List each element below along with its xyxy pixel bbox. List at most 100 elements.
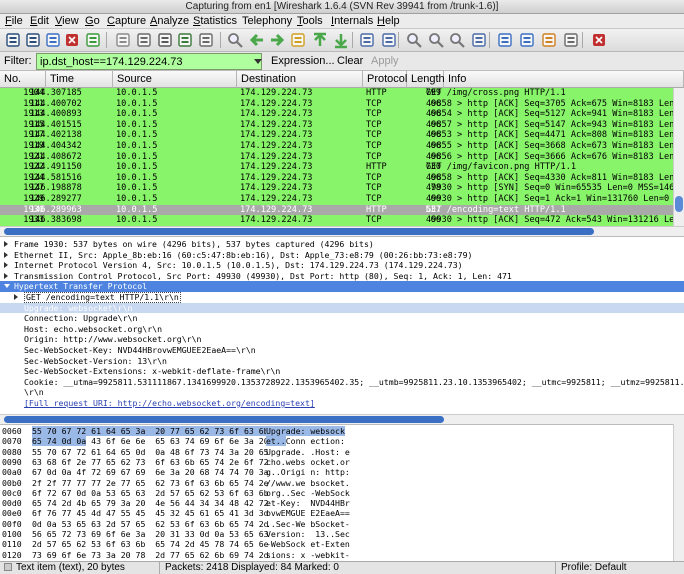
resize-columns-button[interactable] bbox=[470, 31, 488, 49]
detail-row[interactable]: GET /encoding=text HTTP/1.1\r\n bbox=[0, 292, 684, 303]
packet-row[interactable]: 1921 144.408672 10.0.1.5 174.129.224.73 TCP 6… bbox=[0, 151, 673, 163]
packet-row[interactable]: 1924 144.581516 10.0.1.5 174.129.224.73 TCP 6… bbox=[0, 172, 673, 184]
menu-telephony[interactable]: Telephony bbox=[241, 14, 293, 29]
hex-row[interactable]: 00e0 6f 76 77 45 4d 47 55 45 45 32 45 61 … bbox=[0, 508, 673, 518]
packet-list-scroll-thumb[interactable] bbox=[675, 196, 683, 212]
column-header-source[interactable]: Source bbox=[113, 71, 237, 88]
capture-start-button[interactable] bbox=[44, 31, 62, 49]
column-header-time[interactable]: Time bbox=[46, 71, 113, 88]
detail-row[interactable]: Origin: http://www.websocket.org\r\n bbox=[0, 334, 684, 345]
packet-list-hscroll-thumb[interactable] bbox=[4, 228, 594, 235]
apply-filter-button[interactable]: Apply bbox=[371, 55, 399, 67]
detail-row[interactable]: Sec-WebSocket-Version: 13\r\n bbox=[0, 356, 684, 367]
expand-arrow-icon[interactable] bbox=[14, 294, 18, 300]
hex-row[interactable]: 0090 63 68 6f 2e 77 65 62 73 6f 63 6b 65 … bbox=[0, 457, 673, 467]
capture-filters-button[interactable] bbox=[496, 31, 514, 49]
display-filter-input[interactable] bbox=[36, 53, 262, 70]
hex-row[interactable]: 0100 56 65 72 73 69 6f 6e 3a 20 31 33 0d … bbox=[0, 529, 673, 539]
detail-row[interactable]: Cookie: __utma=9925811.531111867.1341699… bbox=[0, 377, 684, 388]
display-filters-button[interactable] bbox=[518, 31, 536, 49]
filter-dropdown-icon[interactable] bbox=[254, 59, 262, 64]
detail-row[interactable]: Transmission Control Protocol, Src Port:… bbox=[0, 271, 684, 282]
hex-row[interactable]: 00a0 67 0d 0a 4f 72 69 67 69 6e 3a 20 68 … bbox=[0, 467, 673, 477]
packet-row[interactable]: 1911 144.400702 10.0.1.5 174.129.224.73 TCP 6… bbox=[0, 98, 673, 110]
packet-row[interactable]: 1919 144.404342 10.0.1.5 174.129.224.73 TCP 6… bbox=[0, 141, 673, 152]
hex-row[interactable]: 0110 2d 57 65 62 53 6f 63 6b 65 74 2d 45 … bbox=[0, 539, 673, 549]
menu-go[interactable]: Go bbox=[84, 14, 101, 29]
go-first-button[interactable] bbox=[311, 31, 329, 49]
packet-row[interactable]: 1933 146.383698 10.0.1.5 174.129.224.73 TCP 6… bbox=[0, 215, 673, 226]
expand-arrow-icon[interactable] bbox=[4, 251, 8, 258]
go-back-button[interactable] bbox=[248, 31, 266, 49]
print-button[interactable] bbox=[197, 31, 215, 49]
menu-analyze[interactable]: Analyze bbox=[149, 14, 190, 29]
status-profile[interactable]: Profile: Default bbox=[556, 562, 684, 574]
find-packet-button[interactable] bbox=[226, 31, 244, 49]
column-header-info[interactable]: Info bbox=[444, 71, 684, 88]
expand-arrow-icon[interactable] bbox=[4, 262, 8, 269]
menu-help[interactable]: Help bbox=[376, 14, 401, 29]
detail-row[interactable]: Upgrade: websocket\r\n bbox=[0, 302, 684, 314]
help-button[interactable] bbox=[590, 31, 608, 49]
hex-row[interactable]: 0080 55 70 67 72 61 64 65 0d 0a 48 6f 73 … bbox=[0, 447, 673, 457]
expert-info-icon[interactable] bbox=[4, 563, 12, 571]
hex-row[interactable]: 00f0 0d 0a 53 65 63 2d 57 65 62 53 6f 63 … bbox=[0, 519, 673, 529]
packet-row[interactable]: 1904 144.307185 10.0.1.5 174.129.224.73 HTTP… bbox=[0, 88, 673, 99]
packet-row[interactable]: 1922 144.491150 10.0.1.5 174.129.224.73 HTTP… bbox=[0, 162, 673, 174]
expression-button[interactable]: Expression... bbox=[271, 55, 335, 67]
packet-row[interactable]: 1930 146.289963 10.0.1.5 174.129.224.73 HTTP… bbox=[0, 204, 673, 216]
menu-statistics[interactable]: Statistics bbox=[192, 14, 238, 29]
detail-row[interactable]: Sec-WebSocket-Key: NVD44HBrovwEMGUEE2Eae… bbox=[0, 345, 684, 356]
bytes-vertical-scrollbar[interactable] bbox=[673, 424, 684, 561]
auto-scroll-button[interactable] bbox=[380, 31, 398, 49]
hex-row[interactable]: 00b0 2f 2f 77 77 77 2e 77 65 62 73 6f 63 … bbox=[0, 478, 673, 488]
menu-tools[interactable]: Tools bbox=[296, 14, 324, 29]
save-file-button[interactable] bbox=[135, 31, 153, 49]
reload-button[interactable] bbox=[176, 31, 194, 49]
capture-interfaces-button[interactable] bbox=[4, 31, 22, 49]
detail-row[interactable]: Sec-WebSocket-Extensions: x-webkit-defla… bbox=[0, 366, 684, 377]
menu-capture[interactable]: Capture bbox=[106, 14, 147, 29]
packet-list-horizontal-scrollbar[interactable] bbox=[0, 226, 684, 236]
detail-row[interactable]: [Full request URI: http://echo.websocket… bbox=[0, 398, 684, 409]
menu-internals[interactable]: Internals bbox=[330, 14, 374, 29]
expand-arrow-icon[interactable] bbox=[4, 272, 8, 279]
close-file-button[interactable] bbox=[156, 31, 174, 49]
menu-file[interactable]: File bbox=[4, 14, 24, 29]
colorize-button[interactable] bbox=[358, 31, 376, 49]
details-horizontal-scrollbar[interactable] bbox=[0, 414, 684, 424]
menu-view[interactable]: View bbox=[54, 14, 80, 29]
packet-list-vertical-scrollbar[interactable] bbox=[673, 88, 684, 226]
hex-row[interactable]: 00c0 6f 72 67 0d 0a 53 65 63 2d 57 65 62 … bbox=[0, 488, 673, 498]
packet-row[interactable]: 1915 144.401515 10.0.1.5 174.129.224.73 TCP 6… bbox=[0, 119, 673, 131]
detail-row[interactable]: Connection: Upgrade\r\n bbox=[0, 313, 684, 324]
details-hscroll-thumb[interactable] bbox=[4, 416, 444, 423]
coloring-rules-button[interactable] bbox=[540, 31, 558, 49]
menu-edit[interactable]: Edit bbox=[29, 14, 50, 29]
packet-row[interactable]: 1913 144.400893 10.0.1.5 174.129.224.73 TCP 6… bbox=[0, 109, 673, 121]
detail-row[interactable]: Ethernet II, Src: Apple_8b:eb:16 (60:c5:… bbox=[0, 250, 684, 261]
packet-list[interactable]: 1904 144.307185 10.0.1.5 174.129.224.73 HTTP… bbox=[0, 88, 673, 226]
preferences-button[interactable] bbox=[562, 31, 580, 49]
zoom-normal-button[interactable] bbox=[448, 31, 466, 49]
go-to-packet-button[interactable] bbox=[289, 31, 307, 49]
go-last-button[interactable] bbox=[332, 31, 350, 49]
capture-stop-button[interactable] bbox=[63, 31, 81, 49]
hex-row[interactable]: 0120 73 69 6f 6e 73 3a 20 78 2d 77 65 62 … bbox=[0, 550, 673, 560]
detail-row[interactable]: \r\n bbox=[0, 387, 684, 398]
packet-row[interactable]: 1917 144.402138 10.0.1.5 174.129.224.73 TCP 6… bbox=[0, 130, 673, 142]
hex-row[interactable]: 0070 65 74 0d 0a 43 6f 6e 6e 65 63 74 69 … bbox=[0, 436, 673, 447]
packet-row[interactable]: 1929 146.289277 10.0.1.5 174.129.224.73 TCP 6… bbox=[0, 194, 673, 205]
packet-bytes-pane[interactable]: 0060 55 70 67 72 61 64 65 3a 20 77 65 62 … bbox=[0, 424, 673, 561]
hex-row[interactable]: 0060 55 70 67 72 61 64 65 3a 20 77 65 62 … bbox=[0, 426, 673, 436]
detail-row[interactable]: Host: echo.websocket.org\r\n bbox=[0, 324, 684, 335]
go-forward-button[interactable] bbox=[268, 31, 286, 49]
detail-row[interactable]: Frame 1930: 537 bytes on wire (4296 bits… bbox=[0, 239, 684, 250]
expand-arrow-icon[interactable] bbox=[4, 241, 8, 247]
hex-row[interactable]: 00d0 65 74 2d 4b 65 79 3a 20 4e 56 44 34 … bbox=[0, 498, 673, 508]
zoom-out-button[interactable] bbox=[427, 31, 445, 49]
column-header-destination[interactable]: Destination bbox=[237, 71, 363, 88]
packet-row[interactable]: 1927 146.198878 10.0.1.5 174.129.224.73 TCP 7… bbox=[0, 183, 673, 195]
collapse-arrow-icon[interactable] bbox=[4, 284, 10, 289]
open-file-button[interactable] bbox=[114, 31, 132, 49]
